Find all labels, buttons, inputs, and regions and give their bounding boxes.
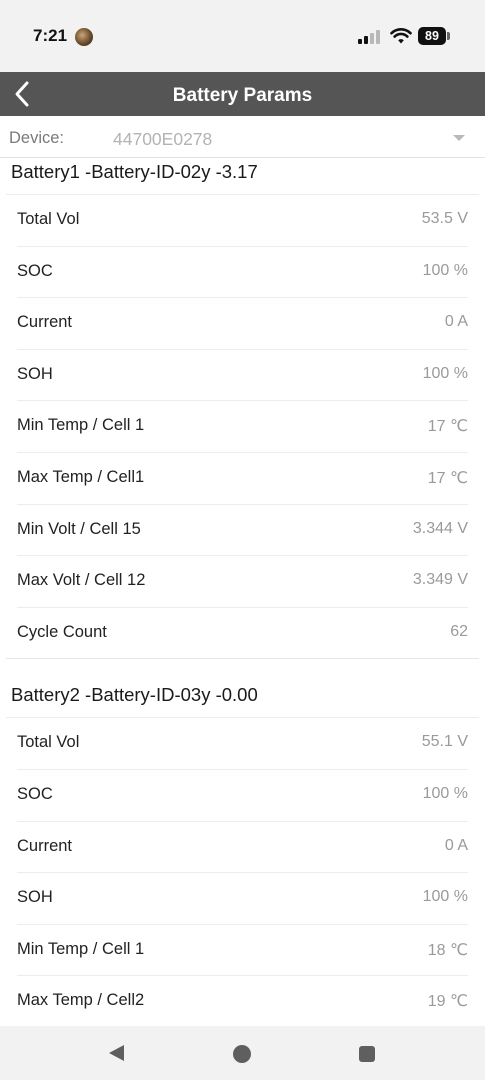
device-label: Device: (9, 129, 65, 147)
battery-title: Battery2 -Battery-ID-03y -0.00 (11, 684, 258, 706)
device-selector[interactable]: Device: 44700E0278 (0, 116, 485, 158)
wifi-icon (390, 28, 412, 44)
param-value: 3.344 V (412, 519, 468, 537)
battery-tip-icon (447, 32, 450, 40)
param-value: 62 (450, 622, 468, 640)
param-label: Cycle Count (17, 622, 107, 641)
square-recent-icon[interactable] (359, 1046, 375, 1062)
param-value: 3.349 V (412, 571, 468, 589)
param-value: 17 ℃ (427, 418, 468, 436)
param-label: Max Temp / Cell1 (17, 467, 145, 486)
param-value: 0 A (444, 313, 468, 331)
param-list: Total Vol 53.5 V SOC 100 % Current 0 A SOH 100 … (6, 194, 479, 660)
battery-section: Battery1 -Battery-ID-02y -3.17 Total Vol 5… (0, 158, 485, 660)
param-list: Total Vol 55.1 V SOC 100 % Current 0 A SOH 100 … (6, 717, 479, 1026)
param-label: SOC (17, 261, 53, 280)
param-label: Current (17, 313, 73, 332)
status-bar: 7:21 89 (0, 0, 485, 72)
param-label: Total Vol (17, 733, 80, 752)
circle-home-icon[interactable] (233, 1045, 251, 1063)
device-value[interactable]: 44700E0278 (113, 129, 212, 150)
battery-title: Battery1 -Battery-ID-02y -3.17 (11, 161, 258, 182)
battery-section: Battery2 -Battery-ID-03y -0.00 Total Vol 5… (0, 681, 485, 1026)
param-row: Min Temp / Cell 1 17 ℃ (17, 400, 468, 452)
param-label: Current (17, 836, 73, 855)
param-row: Max Temp / Cell2 19 ℃ (17, 975, 468, 1026)
param-value: 100 % (422, 888, 468, 906)
param-row: Min Volt / Cell 15 3.344 V (17, 503, 468, 556)
param-row: Current 0 A (17, 297, 468, 349)
chevron-left-icon[interactable] (8, 78, 38, 110)
param-label: Min Volt / Cell 15 (17, 519, 141, 538)
param-label: Total Vol (17, 210, 80, 228)
param-row: Max Volt / Cell 12 3.349 V (17, 555, 468, 607)
param-label: SOH (17, 364, 53, 383)
param-label: Min Temp / Cell 1 (17, 939, 145, 958)
param-value: 100 % (422, 364, 468, 382)
phone-screen: 7:21 89 Battery Params Device: 44700E027… (0, 0, 485, 1080)
cellular-signal-icon (358, 30, 384, 44)
param-label: Max Temp / Cell2 (17, 991, 145, 1010)
page-title: Battery Params (172, 85, 313, 106)
param-value: 53.5 V (421, 210, 468, 227)
param-value: 17 ℃ (427, 469, 468, 487)
param-value: 100 % (422, 784, 468, 802)
param-row: SOH 100 % (17, 348, 468, 401)
param-value: 100 % (422, 261, 468, 279)
param-value: 0 A (444, 836, 468, 854)
battery-level-badge: 89 (418, 27, 446, 45)
triangle-back-icon[interactable] (109, 1045, 124, 1061)
status-time: 7:21 (33, 26, 68, 45)
param-row: Current 0 A (17, 820, 468, 873)
param-label: Max Volt / Cell 12 (17, 571, 146, 590)
app-header: Battery Params (0, 72, 485, 116)
param-row: Min Temp / Cell 1 18 ℃ (17, 923, 468, 976)
avatar-icon (75, 28, 93, 46)
caret-down-icon[interactable] (453, 135, 465, 141)
param-row: SOC 100 % (17, 768, 468, 821)
battery-params-list[interactable]: Battery1 -Battery-ID-02y -3.17 Total Vol 5… (0, 158, 485, 1026)
param-value: 18 ℃ (427, 941, 468, 959)
system-nav-bar (0, 1026, 485, 1080)
param-row: SOH 100 % (17, 872, 468, 924)
param-row: Cycle Count 62 (17, 606, 468, 659)
param-value: 19 ℃ (427, 993, 468, 1011)
param-row: SOC 100 % (17, 245, 468, 298)
param-label: SOC (17, 784, 53, 803)
param-value: 55.1 V (421, 733, 468, 751)
param-row: Max Temp / Cell1 17 ℃ (17, 451, 468, 504)
param-label: Min Temp / Cell 1 (17, 416, 145, 435)
param-row: Total Vol 53.5 V (6, 194, 479, 246)
param-label: SOH (17, 888, 53, 907)
param-row: Total Vol 55.1 V (6, 717, 479, 769)
